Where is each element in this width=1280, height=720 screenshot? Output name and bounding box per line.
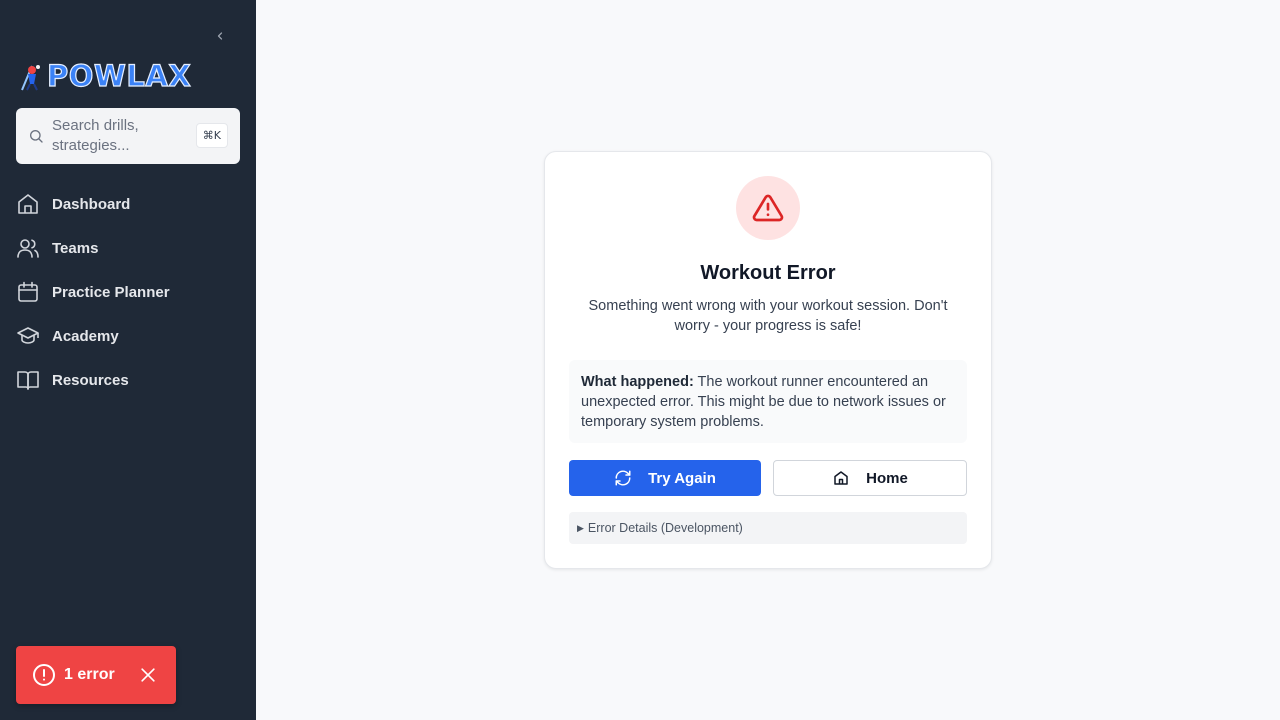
close-icon[interactable] (138, 665, 158, 685)
alert-circle-icon (33, 664, 55, 686)
error-title: Workout Error (700, 262, 836, 284)
error-toast[interactable]: 1 error (16, 646, 176, 704)
home-icon (834, 471, 848, 485)
users-icon (17, 239, 39, 258)
app-logo[interactable]: POWLAX (18, 58, 191, 94)
calendar-icon (18, 281, 38, 302)
caret-right-icon: ▶ (577, 522, 584, 533)
graduation-cap-icon (17, 327, 39, 344)
error-description: Something went wrong with your workout s… (588, 298, 948, 334)
app-logo-text: POWLAX (46, 58, 192, 93)
error-count-label: 1 error (64, 666, 115, 683)
what-happened-box: What happened: The workout runner encoun… (569, 360, 967, 443)
book-open-icon (17, 371, 39, 390)
search-icon (30, 130, 43, 143)
sidebar-item-label: Teams (52, 239, 99, 257)
home-button[interactable]: Home (773, 460, 967, 496)
lacrosse-player-logo-icon (21, 65, 40, 91)
sidebar-item-label: Practice Planner (52, 283, 170, 301)
try-again-button[interactable]: Try Again (569, 460, 761, 496)
sidebar-item-teams[interactable]: Teams (16, 226, 240, 270)
home-label: Home (866, 469, 908, 487)
search-input[interactable]: Search drills, strategies... ⌘K (16, 108, 240, 164)
sidebar: POWLAX Search drills, strategies... ⌘K D… (0, 0, 256, 720)
error-details-toggle[interactable]: ▶ Error Details (Development) (569, 512, 967, 544)
what-happened-label: What happened: (581, 374, 694, 390)
sidebar-item-academy[interactable]: Academy (16, 314, 240, 358)
warning-badge (736, 176, 800, 240)
alert-triangle-icon (752, 194, 784, 222)
refresh-icon (615, 470, 631, 486)
chevron-left-icon (217, 32, 223, 40)
sidebar-item-dashboard[interactable]: Dashboard (16, 182, 240, 226)
home-icon (18, 194, 38, 214)
error-card: Workout Error Something went wrong with … (544, 151, 992, 569)
sidebar-item-label: Resources (52, 371, 129, 389)
collapse-sidebar-button[interactable] (210, 26, 230, 46)
sidebar-item-resources[interactable]: Resources (16, 358, 240, 402)
sidebar-item-label: Dashboard (52, 195, 131, 213)
try-again-label: Try Again (648, 469, 716, 487)
search-placeholder: Search drills, strategies... (52, 117, 139, 154)
sidebar-item-practice-planner[interactable]: Practice Planner (16, 270, 240, 314)
sidebar-nav: Dashboard Teams Practice Planner Academy… (16, 182, 240, 402)
sidebar-item-label: Academy (52, 327, 119, 345)
search-shortcut-badge: ⌘K (195, 123, 228, 148)
error-details-label: Error Details (Development) (587, 521, 743, 535)
